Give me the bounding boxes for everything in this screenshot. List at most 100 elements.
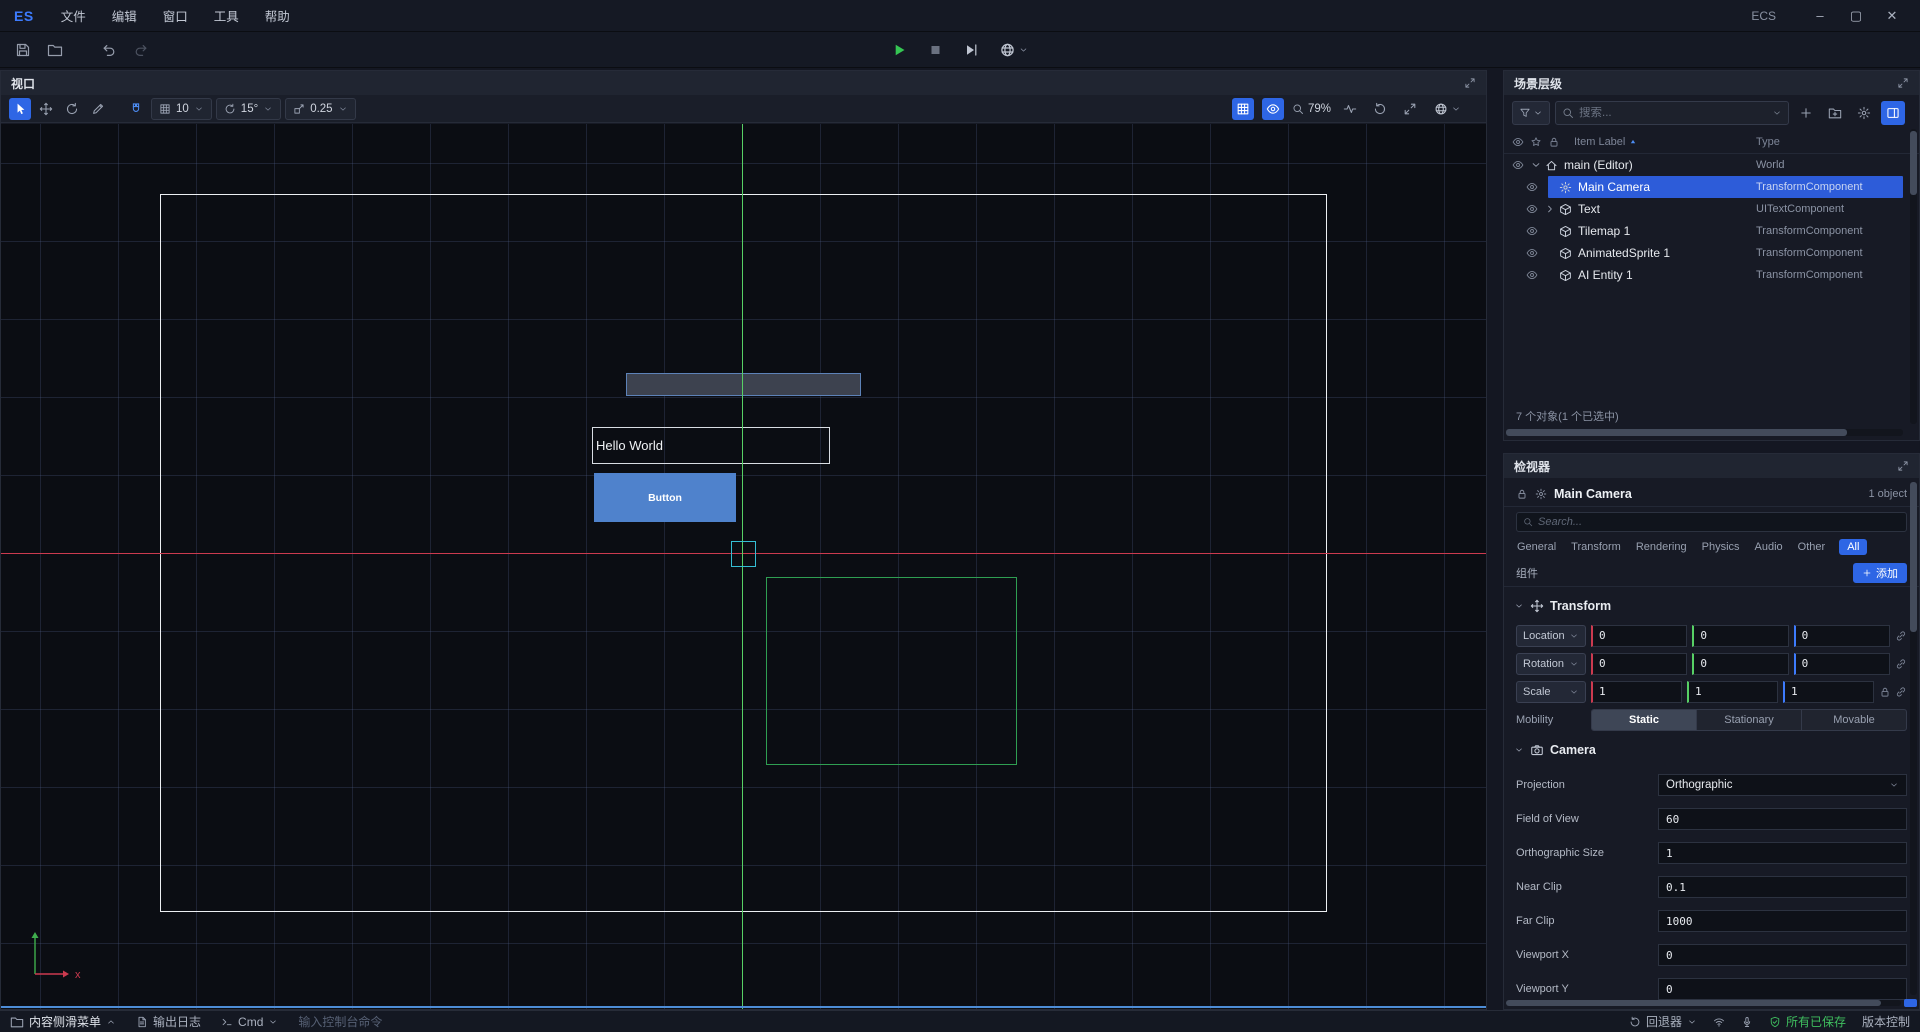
snap-toggle-button[interactable] (125, 98, 147, 120)
revision-dropdown[interactable]: 回退器 (1629, 1013, 1697, 1030)
camera-mode-dropdown[interactable] (1429, 99, 1466, 119)
visibility-toggle-icon[interactable] (1526, 181, 1538, 193)
tilemap-object[interactable] (626, 373, 861, 396)
minimize-button[interactable]: – (1802, 0, 1838, 32)
zoom-control[interactable]: 79% (1292, 103, 1331, 115)
maximize-button[interactable]: ▢ (1838, 0, 1874, 32)
network-mode-dropdown[interactable] (995, 39, 1034, 61)
scrollbar-thumb[interactable] (1910, 131, 1917, 195)
redo-button[interactable] (128, 37, 154, 63)
location-dropdown[interactable]: Location (1516, 625, 1586, 647)
filter-dropdown[interactable] (1512, 101, 1550, 125)
scale-snap-dropdown[interactable]: 0.25 (285, 98, 355, 120)
hierarchy-row-ai-entity[interactable]: AI Entity 1 TransformComponent (1504, 264, 1919, 286)
hierarchy-row-animatedsprite[interactable]: AnimatedSprite 1 TransformComponent (1504, 242, 1919, 264)
hierarchy-row-main[interactable]: main (Editor) World (1504, 154, 1919, 176)
expand-panel-icon[interactable] (1464, 77, 1476, 89)
entity-bounds[interactable] (766, 577, 1017, 765)
location-z-input[interactable] (1794, 625, 1890, 647)
expand-chevron-icon[interactable] (1530, 159, 1542, 171)
cmd-dropdown[interactable]: Cmd (221, 1015, 278, 1029)
projection-select[interactable]: Orthographic (1658, 774, 1907, 796)
menu-help[interactable]: 帮助 (252, 1, 303, 30)
scroll-corner[interactable] (1904, 999, 1917, 1007)
rotation-z-input[interactable] (1794, 653, 1890, 675)
visibility-toggle-icon[interactable] (1526, 269, 1538, 281)
rotation-y-input[interactable] (1692, 653, 1788, 675)
menu-tools[interactable]: 工具 (201, 1, 252, 30)
menu-window[interactable]: 窗口 (150, 1, 201, 30)
tab-audio[interactable]: Audio (1754, 539, 1784, 555)
mobility-movable[interactable]: Movable (1802, 710, 1906, 730)
scene-canvas[interactable]: Hello World Button x (1, 124, 1486, 1009)
visibility-options-button[interactable] (1262, 98, 1284, 120)
stats-button[interactable] (1339, 98, 1361, 120)
scale-y-input[interactable] (1687, 681, 1778, 703)
field-of-view-input[interactable] (1658, 808, 1907, 830)
tab-transform[interactable]: Transform (1570, 539, 1622, 555)
version-control-button[interactable]: 版本控制 (1862, 1013, 1910, 1030)
hierarchy-search-input[interactable] (1579, 107, 1767, 119)
transform-section-header[interactable]: Transform (1504, 593, 1919, 619)
add-folder-button[interactable] (1823, 101, 1847, 125)
lock-icon[interactable] (1516, 488, 1528, 500)
visibility-toggle-icon[interactable] (1526, 225, 1538, 237)
scale-dropdown[interactable]: Scale (1516, 681, 1586, 703)
inspector-search[interactable] (1516, 512, 1907, 532)
uniform-scale-lock-icon[interactable] (1879, 686, 1891, 698)
tab-all[interactable]: All (1839, 539, 1867, 555)
voice-button[interactable] (1741, 1016, 1753, 1028)
hierarchy-row-main-camera[interactable]: Main Camera TransformComponent (1504, 176, 1919, 198)
button-object[interactable]: Button (594, 473, 736, 522)
rotation-dropdown[interactable]: Rotation (1516, 653, 1586, 675)
network-status-button[interactable] (1713, 1016, 1725, 1028)
reset-view-button[interactable] (1369, 98, 1391, 120)
hierarchy-search[interactable] (1555, 101, 1789, 125)
add-component-button[interactable]: 添加 (1853, 563, 1907, 583)
rotate-tool-button[interactable] (61, 98, 83, 120)
open-button[interactable] (42, 37, 68, 63)
camera-selection-box[interactable] (731, 541, 756, 567)
mobility-stationary[interactable]: Stationary (1697, 710, 1802, 730)
hierarchy-row-text[interactable]: Text UITextComponent (1504, 198, 1919, 220)
scrollbar-thumb[interactable] (1910, 482, 1917, 632)
hierarchy-row-tilemap[interactable]: Tilemap 1 TransformComponent (1504, 220, 1919, 242)
edit-tool-button[interactable] (87, 98, 109, 120)
inspector-horizontal-scrollbar[interactable] (1506, 1000, 1901, 1006)
scale-x-input[interactable] (1591, 681, 1682, 703)
visibility-toggle-icon[interactable] (1526, 203, 1538, 215)
text-object[interactable]: Hello World (592, 427, 830, 464)
link-axes-icon[interactable] (1895, 686, 1907, 698)
close-button[interactable]: ✕ (1874, 0, 1910, 32)
save-button[interactable] (10, 37, 36, 63)
scale-z-input[interactable] (1783, 681, 1874, 703)
fullscreen-button[interactable] (1399, 98, 1421, 120)
menu-edit[interactable]: 编辑 (99, 1, 150, 30)
tab-physics[interactable]: Physics (1701, 539, 1741, 555)
inspector-vertical-scrollbar[interactable] (1910, 482, 1917, 995)
select-tool-button[interactable] (9, 98, 31, 120)
hierarchy-vertical-scrollbar[interactable] (1910, 129, 1917, 424)
play-button[interactable] (887, 37, 913, 63)
inspector-search-input[interactable] (1538, 516, 1900, 528)
stop-button[interactable] (923, 37, 949, 63)
link-axes-icon[interactable] (1895, 630, 1907, 642)
viewport-x-input[interactable] (1658, 944, 1907, 966)
visibility-toggle-icon[interactable] (1512, 159, 1524, 171)
rotation-x-input[interactable] (1591, 653, 1687, 675)
move-tool-button[interactable] (35, 98, 57, 120)
expand-panel-icon[interactable] (1897, 460, 1909, 472)
undo-button[interactable] (96, 37, 122, 63)
content-drawer-button[interactable]: 内容侧滑菜单 (10, 1013, 116, 1030)
viewport-y-input[interactable] (1658, 978, 1907, 1000)
scrollbar-thumb[interactable] (1506, 1000, 1881, 1006)
save-status[interactable]: 所有已保存 (1769, 1013, 1846, 1030)
tab-other[interactable]: Other (1797, 539, 1827, 555)
location-y-input[interactable] (1692, 625, 1788, 647)
hierarchy-settings-button[interactable] (1852, 101, 1876, 125)
near-clip-input[interactable] (1658, 876, 1907, 898)
far-clip-input[interactable] (1658, 910, 1907, 932)
label-column-header[interactable]: Item Label (1574, 136, 1638, 148)
expand-panel-icon[interactable] (1897, 77, 1909, 89)
output-log-button[interactable]: 输出日志 (136, 1013, 201, 1030)
